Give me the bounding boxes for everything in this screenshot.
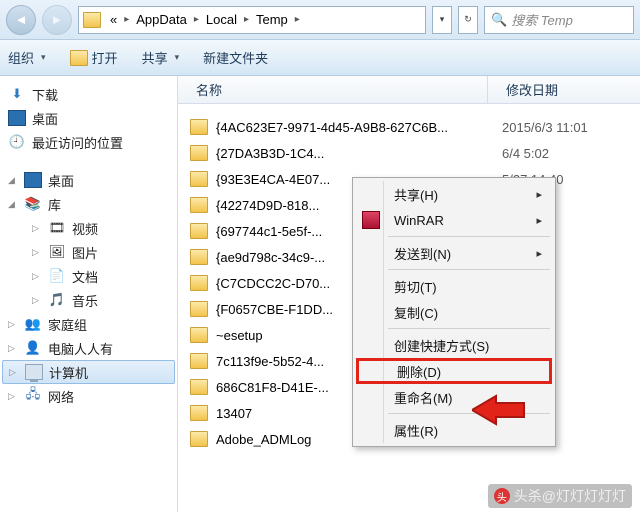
- folder-icon: [190, 249, 208, 265]
- column-headers: 名称 修改日期: [178, 76, 640, 104]
- ctx-properties[interactable]: 属性(R): [356, 417, 552, 443]
- ctx-shortcut[interactable]: 创建快捷方式(S): [356, 332, 552, 358]
- expand-icon[interactable]: ▷: [32, 271, 42, 282]
- menu-separator: [388, 236, 550, 237]
- nav-back-button[interactable]: ◄: [6, 5, 36, 35]
- music-icon: 🎵: [48, 292, 66, 308]
- ctx-rename[interactable]: 重命名(M): [356, 384, 552, 410]
- tree-computer[interactable]: ▷计算机: [2, 360, 175, 384]
- collapse-icon[interactable]: ◢: [8, 175, 18, 186]
- tree-downloads[interactable]: ⬇下载: [2, 82, 175, 106]
- file-name: {27DA3B3D-1C4...: [216, 146, 492, 161]
- context-menu: 共享(H) WinRAR 发送到(N) 剪切(T) 复制(C) 创建快捷方式(S…: [352, 177, 556, 447]
- refresh-button[interactable]: ↻: [458, 6, 478, 34]
- pictures-icon: 🖼: [48, 244, 66, 260]
- ctx-delete[interactable]: 删除(D): [356, 358, 552, 384]
- breadcrumb-seg[interactable]: AppData: [133, 12, 190, 27]
- file-row[interactable]: {4AC623E7-9971-4d45-A9B8-627C6B...2015/6…: [178, 114, 640, 140]
- folder-icon: [190, 327, 208, 343]
- tree-desktop[interactable]: 桌面: [2, 106, 175, 130]
- breadcrumb-seg[interactable]: Local: [203, 12, 240, 27]
- tree-user[interactable]: ▷👤电脑人人有: [2, 336, 175, 360]
- chevron-right-icon: ▸: [240, 14, 253, 25]
- search-input[interactable]: 🔍 搜索 Temp: [484, 6, 634, 34]
- file-row[interactable]: {27DA3B3D-1C4...6/4 5:02: [178, 140, 640, 166]
- computer-icon: [25, 364, 43, 380]
- desktop-icon: [24, 172, 42, 188]
- expand-icon[interactable]: ▷: [8, 391, 18, 402]
- menu-separator: [388, 269, 550, 270]
- folder-icon: [190, 145, 208, 161]
- ctx-copy[interactable]: 复制(C): [356, 299, 552, 325]
- menu-separator: [388, 328, 550, 329]
- folder-icon: [190, 431, 208, 447]
- chevron-right-icon: ▸: [291, 14, 304, 25]
- toolbar: 组织 打开 共享 新建文件夹: [0, 40, 640, 76]
- ctx-winrar[interactable]: WinRAR: [356, 207, 552, 233]
- breadcrumb-seg[interactable]: Temp: [253, 12, 291, 27]
- tree-desktop2[interactable]: ◢桌面: [2, 168, 175, 192]
- col-name[interactable]: 名称: [178, 76, 488, 103]
- network-icon: 🖧: [24, 388, 42, 404]
- toolbar-share[interactable]: 共享: [142, 48, 180, 67]
- tree-recent[interactable]: 🕘最近访问的位置: [2, 130, 175, 154]
- download-icon: ⬇: [8, 86, 26, 102]
- tree-homegroup[interactable]: ▷👥家庭组: [2, 312, 175, 336]
- expand-icon[interactable]: ▷: [32, 223, 42, 234]
- folder-icon: [190, 405, 208, 421]
- toolbar-open[interactable]: 打开: [70, 48, 118, 67]
- video-icon: 🎞: [48, 220, 66, 236]
- expand-icon[interactable]: ▷: [8, 319, 18, 330]
- file-date: 6/4 5:02: [492, 146, 549, 161]
- homegroup-icon: 👥: [24, 316, 42, 332]
- library-icon: 📚: [24, 196, 42, 212]
- folder-icon: [190, 171, 208, 187]
- chevron-right-icon: ▸: [190, 14, 203, 25]
- ctx-cut[interactable]: 剪切(T): [356, 273, 552, 299]
- folder-icon: [190, 275, 208, 291]
- toolbar-organize[interactable]: 组织: [8, 48, 46, 67]
- ctx-sendto[interactable]: 发送到(N): [356, 240, 552, 266]
- expand-icon[interactable]: ▷: [32, 295, 42, 306]
- search-icon: 🔍: [491, 12, 507, 28]
- folder-icon: [83, 12, 101, 28]
- user-icon: 👤: [24, 340, 42, 356]
- nav-tree: ⬇下载 桌面 🕘最近访问的位置 ◢桌面 ◢📚库 ▷🎞视频 ▷🖼图片 ▷📄文档 ▷…: [0, 76, 178, 512]
- col-date[interactable]: 修改日期: [488, 76, 558, 103]
- tree-network[interactable]: ▷🖧网络: [2, 384, 175, 408]
- menu-separator: [388, 413, 550, 414]
- tree-pictures[interactable]: ▷🖼图片: [2, 240, 175, 264]
- folder-icon: [190, 353, 208, 369]
- chevron-right-icon: ▸: [120, 14, 133, 25]
- folder-icon: [190, 197, 208, 213]
- tree-library[interactable]: ◢📚库: [2, 192, 175, 216]
- breadcrumb[interactable]: « ▸ AppData ▸ Local ▸ Temp ▸: [78, 6, 426, 34]
- folder-icon: [190, 301, 208, 317]
- folder-icon: [190, 119, 208, 135]
- desktop-icon: [8, 110, 26, 126]
- tree-music[interactable]: ▷🎵音乐: [2, 288, 175, 312]
- ctx-share[interactable]: 共享(H): [356, 181, 552, 207]
- file-date: 2015/6/3 11:01: [492, 120, 588, 135]
- tree-video[interactable]: ▷🎞视频: [2, 216, 175, 240]
- folder-icon: [70, 50, 88, 66]
- folder-icon: [190, 223, 208, 239]
- breadcrumb-ellipsis[interactable]: «: [107, 12, 120, 27]
- search-placeholder: 搜索 Temp: [511, 10, 573, 29]
- toolbar-newfolder[interactable]: 新建文件夹: [203, 48, 268, 67]
- expand-icon[interactable]: ▷: [32, 247, 42, 258]
- expand-icon[interactable]: ▷: [9, 367, 19, 378]
- history-dropdown-button[interactable]: ▾: [432, 6, 452, 34]
- document-icon: 📄: [48, 268, 66, 284]
- recent-icon: 🕘: [8, 134, 26, 150]
- collapse-icon[interactable]: ◢: [8, 199, 18, 210]
- winrar-icon: [362, 211, 380, 229]
- expand-icon[interactable]: ▷: [8, 343, 18, 354]
- watermark: 头头杀@灯灯灯灯灯: [488, 484, 632, 508]
- file-name: {4AC623E7-9971-4d45-A9B8-627C6B...: [216, 120, 492, 135]
- address-bar: ◄ ► « ▸ AppData ▸ Local ▸ Temp ▸ ▾ ↻ 🔍 搜…: [0, 0, 640, 40]
- tree-docs[interactable]: ▷📄文档: [2, 264, 175, 288]
- folder-icon: [190, 379, 208, 395]
- nav-fwd-button[interactable]: ►: [42, 5, 72, 35]
